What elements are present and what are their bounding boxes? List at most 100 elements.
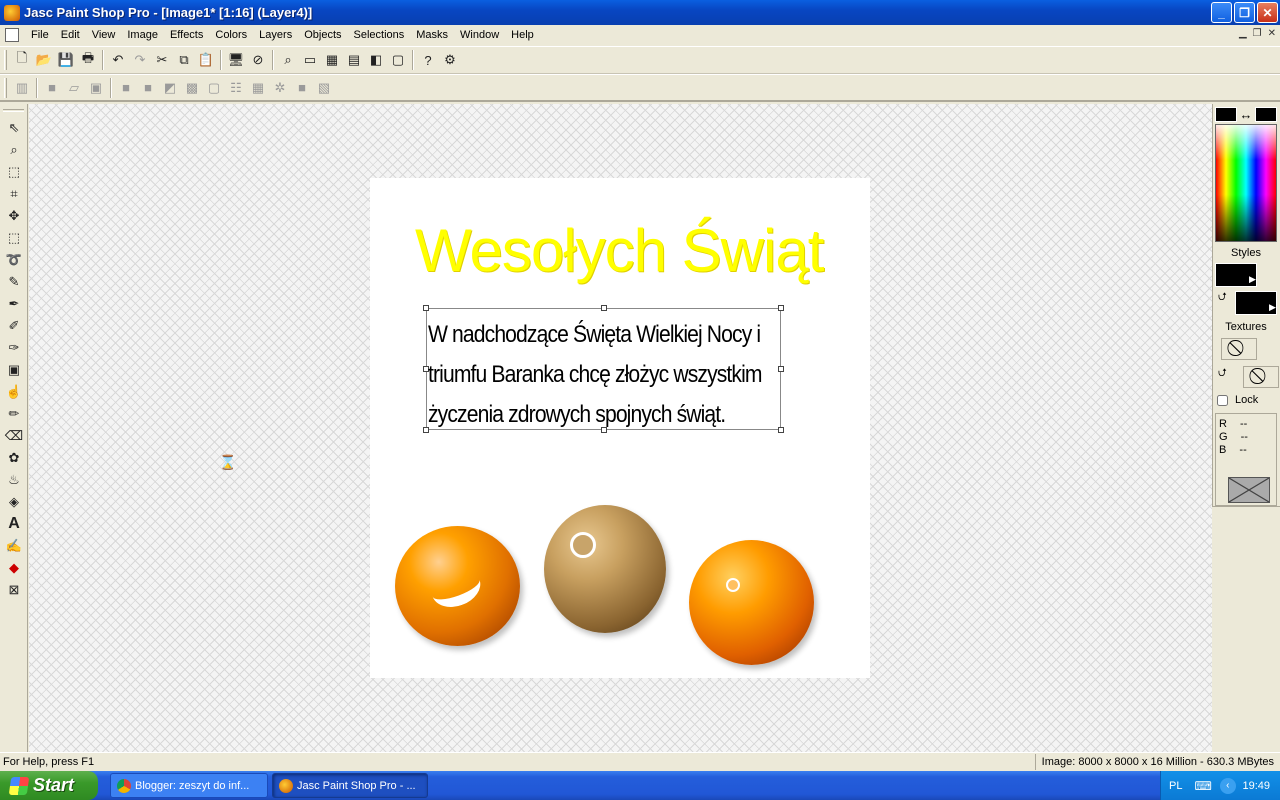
taskbar-item-blogger[interactable]: Blogger: zeszyt do inf... <box>110 773 268 798</box>
palette-grip[interactable] <box>3 109 24 112</box>
preset-shapes-icon[interactable]: ◆ <box>2 557 26 579</box>
outer-bevel-icon[interactable]: ◩ <box>159 77 181 99</box>
full-screen-icon[interactable]: ⊘ <box>247 49 269 71</box>
browse-icon[interactable]: 🖥 <box>225 49 247 71</box>
tool-options-icon[interactable]: ◧ <box>365 49 387 71</box>
text-selection-box[interactable]: W nadchodzące Święta Wielkiej Nocy i tri… <box>423 305 784 433</box>
freehand-selection-icon[interactable]: ➰ <box>2 249 26 271</box>
toolbar-grip[interactable] <box>4 77 7 98</box>
cut-icon[interactable]: ✂ <box>151 49 173 71</box>
cutout-icon[interactable]: ▣ <box>85 77 107 99</box>
menu-layers[interactable]: Layers <box>253 29 298 41</box>
background-color-swatch[interactable] <box>1255 107 1277 122</box>
start-button[interactable]: Start <box>0 771 98 800</box>
workspace[interactable]: Wesołych Świąt W nadchodzące Święta Wiel… <box>29 104 1212 752</box>
menu-objects[interactable]: Objects <box>298 29 347 41</box>
dropper-tool-icon[interactable]: ✒ <box>2 293 26 315</box>
menu-colors[interactable]: Colors <box>209 29 253 41</box>
emboss-icon[interactable]: ▢ <box>203 77 225 99</box>
toolbar-grip[interactable] <box>4 50 7 70</box>
retouch-tool-icon[interactable]: ☝ <box>2 381 26 403</box>
color-spectrum[interactable] <box>1215 124 1277 242</box>
clone-brush-icon[interactable]: ✑ <box>2 337 26 359</box>
tray-expand-icon[interactable]: ‹ <box>1219 777 1236 794</box>
text-tool-icon[interactable]: A <box>2 513 26 535</box>
paste-icon[interactable]: 📋 <box>195 49 217 71</box>
clock[interactable]: 19:49 <box>1242 780 1270 792</box>
blinds-icon[interactable]: ▩ <box>181 77 203 99</box>
open-icon[interactable]: 📂 <box>33 49 55 71</box>
menu-effects[interactable]: Effects <box>164 29 209 41</box>
lock-checkbox[interactable] <box>1217 395 1228 406</box>
eraser-tool-icon[interactable]: ⌫ <box>2 425 26 447</box>
menu-selections[interactable]: Selections <box>348 29 411 41</box>
menu-image[interactable]: Image <box>121 29 164 41</box>
copy-icon[interactable]: ⧉ <box>173 49 195 71</box>
airbrush-icon[interactable]: ♨ <box>2 469 26 491</box>
picture-tube-icon[interactable]: ✿ <box>2 447 26 469</box>
resize-handle[interactable] <box>778 305 784 311</box>
heading-text[interactable]: Wesołych Świąt <box>415 216 824 285</box>
doc-minimize-icon[interactable]: ▁ <box>1239 28 1247 39</box>
document-icon[interactable] <box>5 28 19 42</box>
kaleidoscope-icon[interactable]: ▧ <box>313 77 335 99</box>
save-icon[interactable]: 💾 <box>55 49 77 71</box>
drop-shadow-icon[interactable]: ■ <box>115 77 137 99</box>
deform-tool-icon[interactable]: ⬚ <box>2 161 26 183</box>
menu-edit[interactable]: Edit <box>55 29 86 41</box>
print-icon[interactable]: 🖶 <box>77 49 99 71</box>
resize-handle[interactable] <box>778 366 784 372</box>
selection-tool-icon[interactable]: ⬚ <box>2 227 26 249</box>
tiles-icon[interactable]: ✲ <box>269 77 291 99</box>
menu-view[interactable]: View <box>86 29 122 41</box>
zoom-tool-icon[interactable]: ⌕ <box>2 139 26 161</box>
maximize-button[interactable]: ❐ <box>1234 2 1255 23</box>
draw-tool-icon[interactable]: ✍ <box>2 535 26 557</box>
resize-handle[interactable] <box>601 305 607 311</box>
paintbrush-icon[interactable]: ✐ <box>2 315 26 337</box>
weave-icon[interactable]: ■ <box>291 77 313 99</box>
image-canvas[interactable]: Wesołych Świąt W nadchodzące Święta Wiel… <box>370 178 870 678</box>
keyboard-icon[interactable]: ⌨ <box>1194 779 1211 793</box>
magic-wand-icon[interactable]: ✎ <box>2 271 26 293</box>
object-selector-icon[interactable]: ⊠ <box>2 579 26 601</box>
color-palette-icon[interactable]: ▢ <box>387 49 409 71</box>
menu-window[interactable]: Window <box>454 29 505 41</box>
style-dropdown-icon[interactable]: ▶ <box>1269 302 1276 313</box>
language-indicator[interactable]: PL <box>1169 780 1182 792</box>
color-replacer-icon[interactable]: ▣ <box>2 359 26 381</box>
doc-close-icon[interactable]: ✕ <box>1268 28 1276 39</box>
minimize-button[interactable]: _ <box>1211 2 1232 23</box>
arrow-tool-icon[interactable]: ⇖ <box>2 117 26 139</box>
inner-bevel-icon[interactable]: ■ <box>137 77 159 99</box>
zoom-icon[interactable]: ⌕ <box>277 49 299 71</box>
flood-fill-icon[interactable]: ◈ <box>2 491 26 513</box>
mosaic-icon[interactable]: ☷ <box>225 77 247 99</box>
layers-palette-icon[interactable]: ▦ <box>321 49 343 71</box>
close-button[interactable]: ✕ <box>1257 2 1278 23</box>
app-icon[interactable] <box>4 4 20 21</box>
style-dropdown-icon[interactable]: ▶ <box>1249 274 1256 285</box>
redo-icon[interactable]: ↷ <box>129 49 151 71</box>
title-bar[interactable]: Jasc Paint Shop Pro - [Image1* [1:16] (L… <box>0 0 1280 25</box>
overview-icon[interactable]: ▤ <box>343 49 365 71</box>
undo-icon[interactable]: ↶ <box>107 49 129 71</box>
doc-restore-icon[interactable]: ❐ <box>1253 28 1262 39</box>
effect-browser-icon[interactable]: ▥ <box>11 77 33 99</box>
menu-masks[interactable]: Masks <box>410 29 454 41</box>
swap-styles-icon[interactable]: ⮍ <box>1218 288 1227 307</box>
toolbar-options-icon[interactable]: ⚙ <box>439 49 461 71</box>
scratch-remover-icon[interactable]: ✏ <box>2 403 26 425</box>
texture-icon[interactable]: ▦ <box>247 77 269 99</box>
taskbar-item-paintshop[interactable]: Jasc Paint Shop Pro - ... <box>272 773 428 798</box>
menu-help[interactable]: Help <box>505 29 540 41</box>
mover-tool-icon[interactable]: ✥ <box>2 205 26 227</box>
help-icon[interactable]: ? <box>417 49 439 71</box>
foreground-texture-none-icon[interactable]: ⃠ <box>1221 338 1257 360</box>
histogram-icon[interactable]: ▭ <box>299 49 321 71</box>
chisel-icon[interactable]: ▱ <box>63 77 85 99</box>
background-texture-none-icon[interactable]: ⃠ <box>1243 366 1279 388</box>
new-icon[interactable]: 🗋 <box>11 49 33 71</box>
resize-handle[interactable] <box>423 305 429 311</box>
crop-tool-icon[interactable]: ⌗ <box>2 183 26 205</box>
